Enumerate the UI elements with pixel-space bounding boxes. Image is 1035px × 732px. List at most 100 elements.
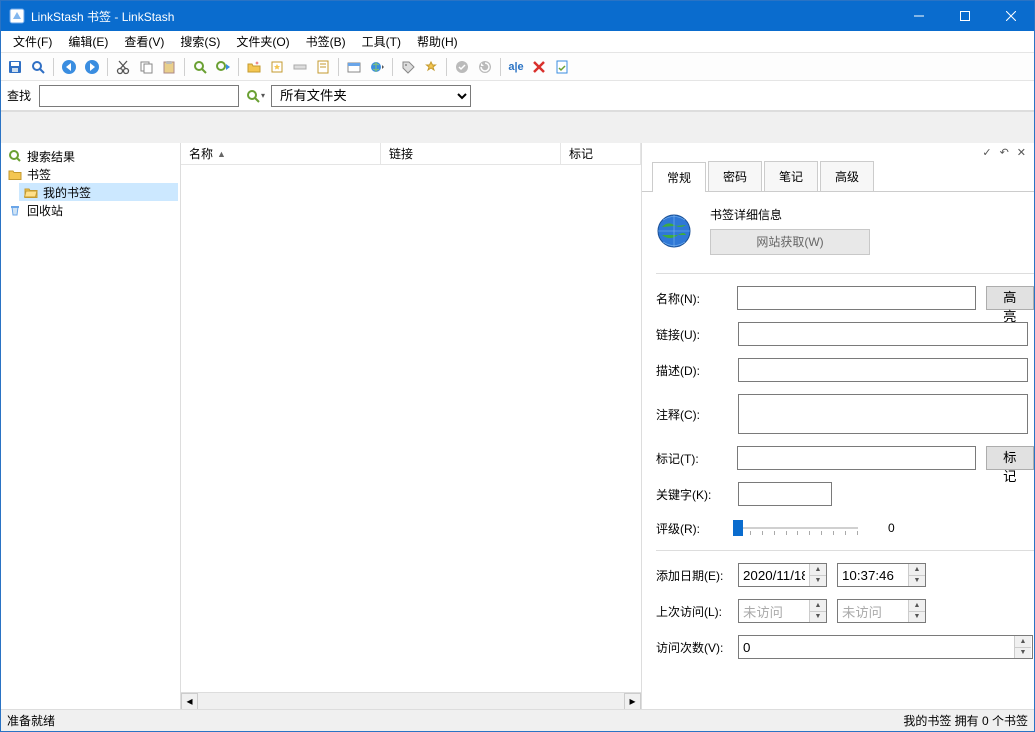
add-time-spinner[interactable]: ▲▼ [837,563,926,587]
favorite-icon[interactable] [421,57,441,77]
globe-dropdown-icon[interactable] [367,57,387,77]
keyword-field[interactable] [738,482,832,506]
fetch-website-button[interactable]: 网站获取(W) [710,229,870,255]
spin-up-icon[interactable]: ▲ [810,564,826,576]
list-body[interactable] [181,165,641,692]
tree-label: 我的书签 [43,184,91,201]
spin-up-icon[interactable]: ▲ [909,600,925,612]
app-icon [9,8,25,24]
visit-count-input[interactable] [739,636,1014,658]
add-date-spinner[interactable]: ▲▼ [738,563,827,587]
label-tag: 标记(T): [656,450,727,467]
cut-icon[interactable] [113,57,133,77]
horizontal-scrollbar[interactable]: ◂ ▸ [181,692,641,709]
tree-label: 书签 [27,166,51,183]
spin-up-icon[interactable]: ▲ [909,564,925,576]
tag-field[interactable] [737,446,975,470]
last-visit-time-input[interactable] [838,600,908,622]
folder-open-icon [23,184,39,200]
label-desc: 描述(D): [656,362,728,379]
add-time-input[interactable] [838,564,908,586]
tree-my-bookmarks[interactable]: 我的书签 [19,183,178,201]
tree-recycle-bin[interactable]: 回收站 [3,201,178,219]
close-button[interactable] [988,1,1034,31]
folder-tree[interactable]: 搜索结果 书签 我的书签 回收站 [1,143,181,709]
search-input[interactable] [39,85,239,107]
column-name[interactable]: 名称▲ [181,143,381,164]
spin-up-icon[interactable]: ▲ [810,600,826,612]
globe-icon [656,213,692,249]
spin-down-icon[interactable]: ▼ [909,576,925,587]
update-icon[interactable] [475,57,495,77]
menu-help[interactable]: 帮助(H) [409,31,466,52]
menu-search[interactable]: 搜索(S) [172,31,228,52]
find-next-icon[interactable] [213,57,233,77]
spin-down-icon[interactable]: ▼ [1015,648,1031,659]
folder-icon [7,166,23,182]
spin-down-icon[interactable]: ▼ [909,612,925,623]
add-date-input[interactable] [739,564,809,586]
column-tag[interactable]: 标记 [561,143,641,164]
label-keyword: 关键字(K): [656,486,728,503]
column-link[interactable]: 链接 [381,143,561,164]
menu-tools[interactable]: 工具(T) [354,31,409,52]
back-icon[interactable] [59,57,79,77]
last-visit-date-input[interactable] [739,600,809,622]
spin-up-icon[interactable]: ▲ [1015,636,1031,648]
new-separator-icon[interactable] [290,57,310,77]
last-visit-date-spinner[interactable]: ▲▼ [738,599,827,623]
find-icon[interactable] [190,57,210,77]
properties-icon[interactable] [552,57,572,77]
tab-general[interactable]: 常规 [652,162,706,192]
pane-check-icon[interactable]: ✓ [982,146,991,159]
tree-search-results[interactable]: 搜索结果 [3,147,178,165]
scroll-left-icon[interactable]: ◂ [181,693,198,710]
maximize-button[interactable] [942,1,988,31]
forward-icon[interactable] [82,57,102,77]
check-links-icon[interactable] [452,57,472,77]
search-icon[interactable] [28,57,48,77]
name-field[interactable] [737,286,975,310]
minimize-button[interactable] [896,1,942,31]
rating-slider[interactable] [738,518,858,538]
last-visit-time-spinner[interactable]: ▲▼ [837,599,926,623]
tab-password[interactable]: 密码 [708,161,762,191]
tab-notes[interactable]: 笔记 [764,161,818,191]
pane-undo-icon[interactable]: ↶ [1000,146,1009,159]
new-bookmark-icon[interactable] [267,57,287,77]
spin-down-icon[interactable]: ▼ [810,612,826,623]
scroll-right-icon[interactable]: ▸ [624,693,641,710]
highlight-button[interactable]: 高亮 [986,286,1034,310]
visit-count-spinner[interactable]: ▲▼ [738,635,1033,659]
tag-button[interactable]: 标记 [986,446,1034,470]
tree-bookmarks[interactable]: 书签 [3,165,178,183]
link-field[interactable] [738,322,1028,346]
tab-advanced[interactable]: 高级 [820,161,874,191]
menu-folder[interactable]: 文件夹(O) [228,31,297,52]
toggle-highlight-icon[interactable]: a|e [506,57,526,77]
delete-icon[interactable] [529,57,549,77]
save-icon[interactable] [5,57,25,77]
description-field[interactable] [738,358,1028,382]
launch-icon[interactable] [344,57,364,77]
recycle-bin-icon [7,202,23,218]
comment-field[interactable] [738,394,1028,434]
menu-view[interactable]: 查看(V) [116,31,172,52]
rating-value: 0 [888,521,895,535]
tree-label: 搜索结果 [27,148,75,165]
new-note-icon[interactable] [313,57,333,77]
menu-edit[interactable]: 编辑(E) [60,31,116,52]
pane-close-icon[interactable]: ✕ [1017,146,1026,159]
paste-icon[interactable] [159,57,179,77]
main-area: 搜索结果 书签 我的书签 回收站 名称▲ 链接 标记 ◂ ▸ [1,143,1034,709]
spin-down-icon[interactable]: ▼ [810,576,826,587]
search-scope-select[interactable]: 所有文件夹 [271,85,471,107]
copy-icon[interactable] [136,57,156,77]
tag-icon[interactable] [398,57,418,77]
menu-bookmark[interactable]: 书签(B) [298,31,354,52]
new-folder-icon[interactable] [244,57,264,77]
menu-file[interactable]: 文件(F) [5,31,60,52]
search-go-icon[interactable]: ▾ [245,86,265,106]
label-visit-count: 访问次数(V): [656,639,728,656]
menu-bar: 文件(F) 编辑(E) 查看(V) 搜索(S) 文件夹(O) 书签(B) 工具(… [1,31,1034,53]
